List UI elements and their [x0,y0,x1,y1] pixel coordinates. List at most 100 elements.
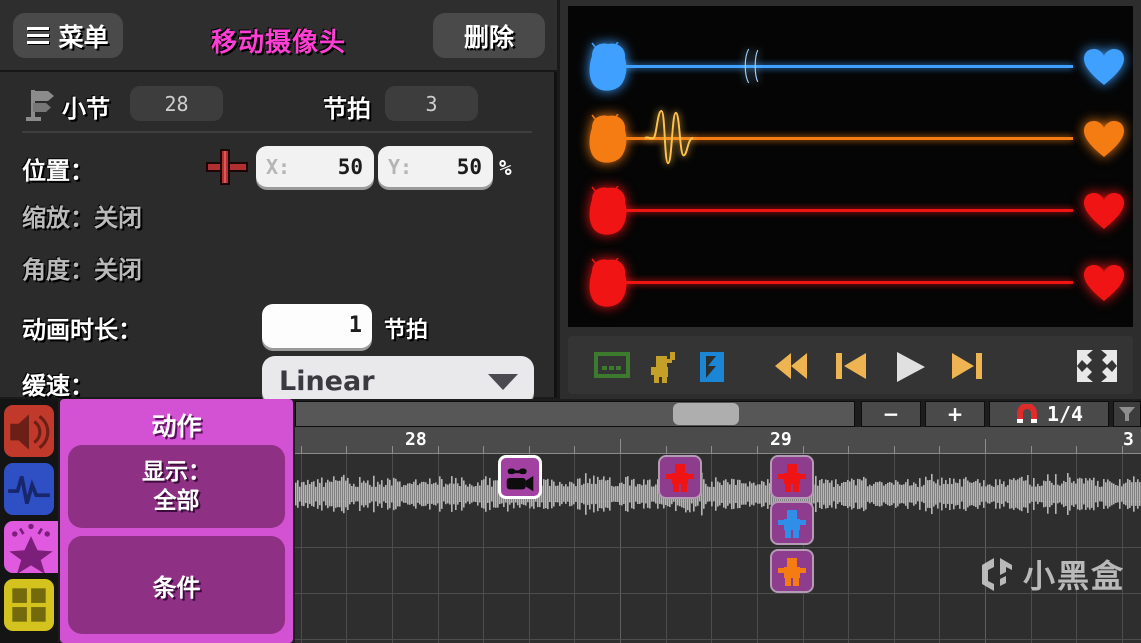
ruler-tick [711,446,712,453]
inspector-panel: 菜单 移动摄像头 删除 小节 28 节拍 3 位置： [0,0,557,397]
watermark-text: 小黑盒 [1023,551,1125,597]
event-move-row-orange[interactable] [770,549,814,593]
ruler-tick [1031,446,1032,453]
row-squiggle [743,34,777,98]
preview-stage[interactable] [568,6,1133,327]
row-character[interactable] [584,258,632,310]
y-field-key: Y: [388,155,412,179]
category-sound[interactable] [4,405,54,457]
zoom-out-button[interactable]: − [861,401,921,427]
category-column [0,399,58,643]
camera-icon [501,458,539,496]
snap-button[interactable]: 1/4 [989,401,1109,427]
snap-value: 1/4 [1047,402,1083,426]
row-character[interactable] [584,114,632,166]
row-line [622,65,1073,68]
ruler-tick [346,446,347,453]
fullscreen-icon[interactable] [1075,348,1119,384]
inspector-body: 小节 28 节拍 3 位置： X: 50 Y: 50 % 缩放：关闭 角度：关 [0,72,557,397]
timeline-ruler[interactable]: 28 29 3 [295,427,1141,454]
character-icon[interactable] [648,350,678,384]
ruler-tick [848,446,849,453]
ruler-tick [301,446,302,453]
row-heart [1083,48,1125,86]
filter-icon [1117,405,1137,423]
filter-button[interactable] [1113,401,1141,427]
ease-select[interactable]: Linear [262,356,534,404]
timeline-scrollbar-thumb[interactable] [673,403,739,425]
ruler-tick [1076,446,1077,453]
row-character[interactable] [584,42,632,94]
row-squiggle [643,106,701,170]
category-rows[interactable] [4,463,54,515]
row-heart [1083,264,1125,302]
monitor-icon[interactable] [594,350,630,380]
delete-button[interactable]: 删除 [433,13,545,58]
step-backward-icon[interactable] [834,350,868,382]
row-character[interactable] [584,186,632,238]
play-icon[interactable] [891,350,929,384]
angle-row[interactable]: 角度：关闭 [22,250,142,285]
bar-value[interactable]: 28 [130,86,223,121]
duration-unit: 节拍 [384,312,428,344]
x-field[interactable]: X: 50 [256,146,374,187]
beat-value[interactable]: 3 [385,86,478,121]
divider [22,131,532,133]
ruler-tick [392,446,393,453]
timeline-scrollbar[interactable] [295,401,855,427]
y-field-value: 50 [457,155,482,179]
preview-row-1[interactable] [568,32,1133,102]
character-icon [772,551,812,591]
duration-row: 动画时长： 1 节拍 [0,298,557,350]
bar-beat-row: 小节 28 节拍 3 [0,76,557,128]
preview-row-2[interactable] [568,104,1133,174]
preview-row-3[interactable] [568,176,1133,246]
skip-backward-icon[interactable] [773,350,811,382]
ruler-tick [574,446,575,453]
row-line [622,281,1073,284]
event-move-row-red[interactable] [658,455,702,499]
ruler-label: 3 [1123,429,1134,450]
inspector-header: 菜单 移动摄像头 删除 [0,0,557,72]
category-actions[interactable] [4,521,58,573]
ruler-tick [894,446,895,453]
actions-panel-title: 动作 [60,407,293,443]
crosshair-icon[interactable] [205,147,249,187]
condition-button[interactable]: 条件 [68,536,285,634]
ruler-label: 29 [770,429,792,450]
ruler-tick [483,446,484,453]
timeline-right: − + 1/4 28 29 3 [295,399,1141,643]
ruler-tick [620,439,621,453]
duration-label: 动画时长： [22,310,142,345]
ruler-tick [757,446,758,453]
watermark: 小黑盒 [978,551,1125,597]
show-filter-line2: 全部 [154,487,200,516]
position-label: 位置： [22,151,94,186]
grid-line-h [295,547,1141,548]
ease-select-value: Linear [279,366,375,397]
duration-field[interactable]: 1 [262,304,372,348]
ease-label: 缓速： [22,366,94,401]
ruler-tick [985,439,986,453]
preview-row-4[interactable] [568,248,1133,318]
zoom-row[interactable]: 缩放：关闭 [22,198,142,233]
row-line [622,209,1073,212]
preview-panel[interactable] [560,0,1141,333]
event-move-row-red-2[interactable] [770,455,814,499]
cutscene-icon[interactable] [696,350,728,384]
step-forward-icon[interactable] [950,350,984,382]
show-filter-button[interactable]: 显示： 全部 [68,445,285,528]
event-move-row-blue[interactable] [770,501,814,545]
ruler-tick [939,446,940,453]
chevron-down-icon [488,374,518,390]
event-move-camera[interactable] [498,455,542,499]
category-decor[interactable] [4,579,54,631]
y-field[interactable]: Y: 50 [378,146,493,187]
ruler-tick [803,446,804,453]
ruler-label: 28 [405,429,427,450]
ruler-tick [666,446,667,453]
ease-row: 缓速： Linear [0,350,557,406]
character-icon [772,457,812,497]
ruler-tick [529,446,530,453]
zoom-in-button[interactable]: + [925,401,985,427]
